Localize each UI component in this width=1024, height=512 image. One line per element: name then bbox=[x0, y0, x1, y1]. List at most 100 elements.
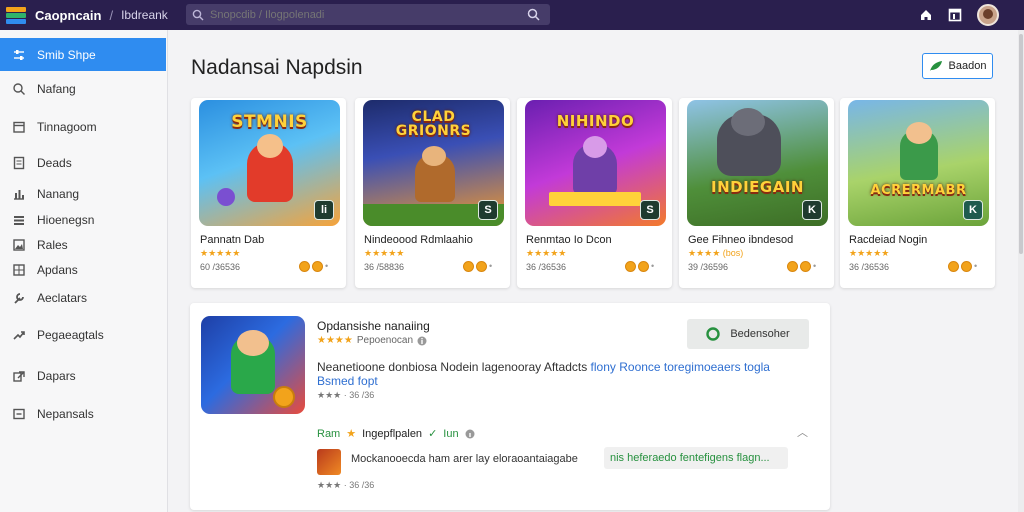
sliders-icon bbox=[14, 49, 24, 60]
game-card[interactable]: CLAD GRIONRS S Nindeoood Rdmlaahio ★★★★★… bbox=[355, 98, 510, 288]
tag-green[interactable]: Ram bbox=[317, 428, 340, 440]
window-icon[interactable] bbox=[948, 8, 962, 22]
search-bar[interactable] bbox=[186, 4, 550, 25]
avatar[interactable] bbox=[977, 4, 999, 26]
panel-icon bbox=[13, 408, 25, 419]
sidebar-item-label: Apdans bbox=[37, 262, 78, 277]
card-title: Nindeoood Rdmlaahio bbox=[364, 234, 473, 246]
rating-stars: ★★★★ bbox=[317, 335, 353, 346]
sidebar-item-1[interactable]: Nafang bbox=[0, 72, 166, 105]
sub-item-chip[interactable]: nis heferaedo fentefigens flagn... bbox=[604, 447, 788, 469]
calendar-icon bbox=[13, 121, 25, 133]
hero-head bbox=[422, 146, 446, 166]
detail-action-button[interactable]: Bedensoher bbox=[687, 319, 809, 349]
search-input[interactable] bbox=[210, 8, 527, 21]
sidebar-item-10[interactable]: Dapars bbox=[0, 359, 166, 392]
card-rating: ★★★★ (bos) bbox=[688, 248, 744, 258]
export-icon bbox=[13, 370, 25, 382]
search-submit-icon[interactable] bbox=[527, 8, 540, 21]
game-card[interactable]: STMNIS li Pannatn Dab ★★★★★ 60 /36536 • bbox=[191, 98, 346, 288]
card-title: Gee Fihneo ibndesod bbox=[688, 234, 794, 246]
coins-icon: • bbox=[299, 261, 336, 272]
wrench-icon bbox=[14, 292, 24, 304]
sidebar-item-11[interactable]: Nepansals bbox=[0, 397, 166, 430]
sidebar-item-label: Aeclatars bbox=[37, 290, 88, 305]
platform-badge: K bbox=[802, 200, 822, 220]
coins-icon: • bbox=[625, 261, 662, 272]
sub-item-thumbnail[interactable] bbox=[317, 449, 341, 475]
hero-head bbox=[583, 136, 607, 158]
info-icon[interactable] bbox=[417, 336, 427, 346]
game-card[interactable]: INDIEGAIN K Gee Fihneo ibndesod ★★★★ (bo… bbox=[679, 98, 834, 288]
chevron-up-icon[interactable]: ︿ bbox=[797, 424, 808, 440]
chart-icon bbox=[14, 189, 24, 200]
sidebar-item-3[interactable]: Deads bbox=[0, 146, 166, 179]
tag-label[interactable]: Ingepflpalen bbox=[362, 428, 422, 440]
sidebar-item-label: Tinnagoom bbox=[37, 119, 97, 134]
detail-panel: Opdansishe nanaiing ★★★★ Pepoenocan Bede… bbox=[190, 303, 830, 510]
sidebar-item-label: Hioenegsn bbox=[37, 212, 95, 227]
game-art: STMNIS li bbox=[199, 100, 340, 226]
sidebar-item-9[interactable]: Pegaeagtals bbox=[0, 318, 166, 351]
search-icon bbox=[13, 82, 25, 95]
game-art: ACRERMABR K bbox=[848, 100, 989, 226]
tag-green-2[interactable]: Iun bbox=[443, 428, 458, 440]
sidebar-item-0[interactable]: Smib Shpe bbox=[0, 38, 166, 71]
card-meta: 36 /36536 bbox=[849, 262, 890, 272]
card-title: Pannatn Dab bbox=[200, 234, 265, 246]
platform-badge: S bbox=[478, 200, 498, 220]
rating-text: Pepoenocan bbox=[356, 335, 414, 346]
sidebar: Smib Shpe Nafang Tinnagoom Deads Nanang … bbox=[0, 30, 168, 512]
grid-icon bbox=[13, 263, 25, 276]
sidebar-item-label: Pegaeagtals bbox=[37, 327, 104, 342]
check-icon: ✓ bbox=[428, 428, 438, 440]
detail-title: Opdansishe nanaiing bbox=[317, 319, 430, 333]
card-rating: ★★★★★ bbox=[849, 248, 890, 258]
sidebar-item-label: Nafang bbox=[37, 81, 76, 96]
sidebar-item-label: Smib Shpe bbox=[37, 47, 96, 62]
platform-badge: S bbox=[640, 200, 660, 220]
hero-head bbox=[906, 122, 932, 144]
sidebar-item-label: Rales bbox=[37, 237, 68, 252]
info-icon[interactable] bbox=[465, 429, 475, 439]
card-title: Racdeiad Nogin bbox=[849, 234, 928, 246]
sidebar-item-label: Nepansals bbox=[37, 406, 94, 421]
description-text: Neanetioone donbiosa Nodein lagenooray A… bbox=[317, 360, 588, 374]
sidebar-item-label: Nanang bbox=[37, 186, 80, 201]
detail-game-art[interactable] bbox=[201, 316, 305, 414]
app-brand[interactable]: Caopncain bbox=[35, 8, 101, 23]
header-action-button[interactable]: Baadon bbox=[922, 53, 993, 79]
toggle-icon bbox=[706, 327, 721, 341]
sidebar-item-label: Dapars bbox=[37, 368, 76, 383]
top-actions bbox=[919, 0, 1024, 30]
list-icon bbox=[14, 215, 24, 225]
search-icon bbox=[192, 9, 204, 20]
image-icon bbox=[13, 238, 25, 251]
sidebar-item-2[interactable]: Tinnagoom bbox=[0, 110, 166, 143]
game-card[interactable]: ACRERMABR K Racdeiad Nogin ★★★★★ 36 /365… bbox=[840, 98, 995, 288]
coin-icon bbox=[273, 386, 295, 408]
card-meta: 60 /36536 bbox=[200, 262, 241, 272]
leaf-icon bbox=[929, 61, 942, 71]
home-icon[interactable] bbox=[919, 8, 933, 22]
hero-head bbox=[237, 330, 269, 356]
breadcrumb[interactable]: Ibdreank bbox=[121, 8, 168, 22]
game-art: CLAD GRIONRS S bbox=[363, 100, 504, 226]
sign-banner bbox=[549, 192, 641, 206]
coins-icon: • bbox=[787, 261, 824, 272]
sub-item-meta: ★★★ · 36 /36 bbox=[317, 480, 375, 490]
orb bbox=[217, 188, 235, 206]
game-art-title: CLAD GRIONRS bbox=[395, 109, 472, 139]
scrollbar-thumb[interactable] bbox=[1019, 34, 1023, 254]
sidebar-item-8[interactable]: Aeclatars bbox=[0, 281, 166, 314]
tag-row: Ram ★ Ingepflpalen ✓ Iun bbox=[317, 427, 475, 440]
app-logo-icon[interactable] bbox=[6, 4, 28, 26]
game-art: NIHINDO S bbox=[525, 100, 666, 226]
game-art-title: INDIEGAIN bbox=[711, 178, 804, 196]
trend-icon bbox=[13, 330, 25, 340]
game-card[interactable]: NIHINDO S Renmtao Io Dcon ★★★★★ 36 /3653… bbox=[517, 98, 672, 288]
card-meta: 39 /36596 bbox=[688, 262, 729, 272]
card-rating: ★★★★★ bbox=[364, 248, 405, 258]
game-art: INDIEGAIN K bbox=[687, 100, 828, 226]
game-art-title: NIHINDO bbox=[556, 112, 635, 130]
